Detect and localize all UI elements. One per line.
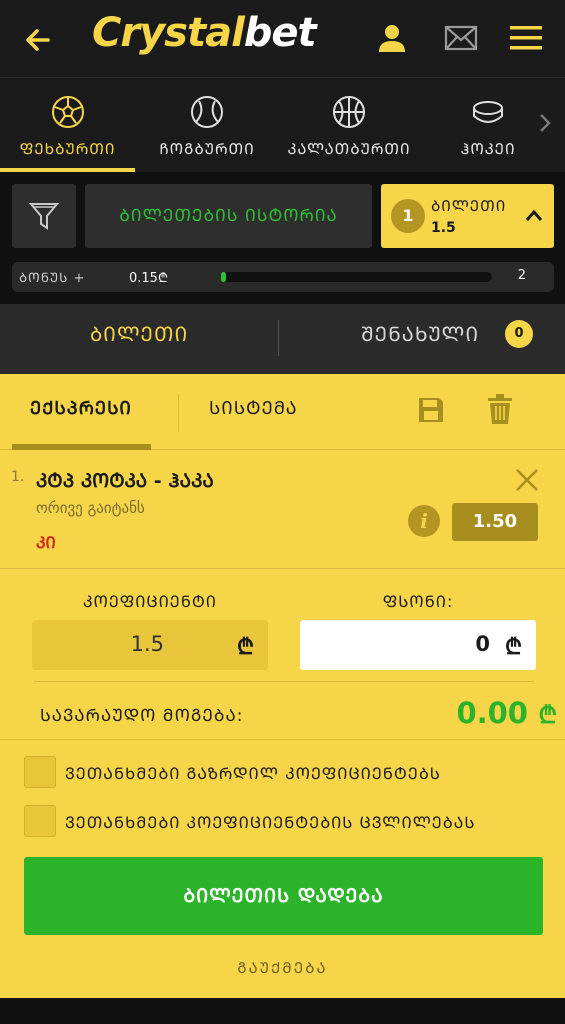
coef-label: ᲙᲝᲔᲤᲘᲪᲘᲔᲜᲢᲘ	[83, 592, 217, 611]
saved-count-badge: 0	[505, 320, 533, 348]
sport-tab-hockey[interactable]: ᲰᲝᲙᲔᲘ	[428, 79, 548, 172]
bonus-label: ᲑᲝᲜᲣᲡ +	[19, 271, 86, 286]
sport-tab-tennis[interactable]: ᲩᲝᲒᲑᲣᲠᲗᲘ	[135, 79, 279, 172]
mode-divider	[178, 394, 179, 432]
soccer-ball-icon	[51, 96, 84, 128]
mail-icon[interactable]	[443, 20, 479, 56]
user-icon[interactable]	[374, 20, 410, 56]
place-bet-button[interactable]: ᲑᲘᲚᲔᲗᲘᲡ ᲓᲐᲓᲔᲑᲐ	[24, 857, 543, 935]
coef-field: 1.5 ₾	[32, 620, 268, 670]
ticket-label: ᲑᲘᲚᲔᲗᲘ	[431, 197, 507, 215]
tab-divider	[278, 320, 279, 356]
sport-tab-basketball[interactable]: ᲙᲐᲚᲐᲗᲑᲣᲠᲗᲘ	[279, 79, 419, 172]
remove-event-icon[interactable]	[514, 467, 540, 493]
sport-label: ᲤᲔᲮᲑᲣᲠᲗᲘ	[19, 140, 116, 158]
bet-mode-tabs: ᲔᲥᲡᲞᲠᲔᲡᲘ ᲡᲘᲡᲢᲔᲛᲐ	[0, 374, 565, 450]
active-mode-underline	[12, 444, 151, 450]
bonus-value: 0.15₾	[129, 271, 168, 286]
lari-currency-icon: ₾	[237, 635, 254, 660]
betslip-controls: ᲑᲘᲚᲔᲗᲔᲑᲘᲡ ᲘᲡᲢᲝᲠᲘᲐ 1 ᲑᲘᲚᲔᲗᲘ 1.5 ᲑᲝᲜᲣᲡ + 0…	[0, 172, 565, 304]
chevron-right-icon[interactable]	[537, 111, 553, 135]
possible-win-value: 0.00	[456, 696, 528, 730]
stake-value: 0	[475, 632, 490, 656]
stake-fields: ᲙᲝᲔᲤᲘᲪᲘᲔᲜᲢᲘ ᲤᲡᲝᲜᲘ: 1.5 ₾ 0 ₾ ᲡᲐᲕᲐᲠᲐᲣᲓᲝ Მ…	[0, 570, 565, 740]
tab-ticket[interactable]: ᲑᲘᲚᲔᲗᲘ	[0, 304, 278, 374]
tennis-ball-icon	[191, 96, 223, 128]
event-market: ᲙᲘ	[36, 533, 56, 552]
back-arrow-icon[interactable]	[22, 24, 54, 56]
sport-label: ᲙᲐᲚᲐᲗᲑᲣᲠᲗᲘ	[287, 140, 411, 158]
bet-slip: ᲔᲥᲡᲞᲠᲔᲡᲘ ᲡᲘᲡᲢᲔᲛᲐ 1. ᲙᲢᲞ ᲙᲝᲢᲙᲐ - ᲰᲐᲙᲐ ორი…	[0, 374, 565, 998]
accept-increased-odds-label[interactable]: ᲕᲔᲗᲐᲜᲮᲛᲔᲑᲘ ᲒᲐᲖᲠᲓᲘᲚ ᲙᲝᲔᲤᲘᲪᲘᲔᲜᲢᲔᲑᲡ	[65, 762, 441, 784]
sport-tab-football[interactable]: ᲤᲔᲮᲑᲣᲠᲗᲘ	[0, 79, 135, 172]
logo-text-crystal: Crystal	[92, 10, 245, 56]
ticket-toggle-button[interactable]: 1 ᲑᲘᲚᲔᲗᲘ 1.5	[381, 184, 554, 248]
crystalbet-logo[interactable]: Crystalbet	[92, 10, 317, 56]
event-index: 1.	[11, 469, 25, 485]
bonus-progress-fill	[221, 272, 227, 282]
stake-input[interactable]: 0 ₾	[300, 620, 536, 670]
accept-odds-changes-checkbox[interactable]	[24, 805, 56, 837]
ticket-count-badge: 1	[391, 199, 425, 233]
lari-currency-icon: ₾	[505, 635, 522, 660]
hockey-puck-icon	[473, 101, 503, 123]
ticket-odd: 1.5	[431, 220, 456, 236]
logo-text-bet: bet	[243, 10, 317, 56]
divider	[34, 681, 534, 682]
tab-saved[interactable]: ᲨᲔᲜᲐᲮᲣᲚᲘ	[345, 304, 495, 374]
lari-currency-icon: ₾	[538, 701, 557, 729]
app-header: Crystalbet	[0, 0, 565, 78]
slip-tabs: ᲑᲘᲚᲔᲗᲘ ᲨᲔᲜᲐᲮᲣᲚᲘ 0	[0, 304, 565, 374]
info-icon[interactable]: i	[408, 505, 440, 537]
accept-odds-changes-label[interactable]: ᲕᲔᲗᲐᲜᲮᲛᲔᲑᲘ ᲙᲝᲔᲤᲘᲪᲘᲔᲜᲢᲔᲑᲘᲡ ᲪᲕᲚᲘᲚᲔᲑᲐᲡ	[65, 811, 476, 833]
chevron-up-icon	[525, 209, 543, 221]
sport-label: ᲩᲝᲒᲑᲣᲠᲗᲘ	[159, 140, 255, 158]
tab-system[interactable]: ᲡᲘᲡᲢᲔᲛᲐ	[209, 396, 298, 420]
event-selection: ორივე გაიტანს	[36, 499, 145, 517]
event-odd: 1.50	[452, 503, 538, 541]
ticket-history-button[interactable]: ᲑᲘᲚᲔᲗᲔᲑᲘᲡ ᲘᲡᲢᲝᲠᲘᲐ	[85, 184, 372, 248]
basketball-icon	[333, 96, 365, 128]
tab-express[interactable]: ᲔᲥᲡᲞᲠᲔᲡᲘ	[30, 396, 132, 420]
trash-icon[interactable]	[487, 394, 513, 424]
bet-event-row: 1. ᲙᲢᲞ ᲙᲝᲢᲙᲐ - ᲰᲐᲙᲐ ორივე გაიტანს ᲙᲘ i 1…	[0, 451, 565, 569]
sport-label: ᲰᲝᲙᲔᲘ	[460, 140, 516, 158]
filter-button[interactable]	[12, 184, 76, 248]
accept-increased-odds-checkbox[interactable]	[24, 756, 56, 788]
filter-funnel-icon	[28, 203, 60, 230]
possible-win-label: ᲡᲐᲕᲐᲠᲐᲣᲓᲝ ᲛᲝᲒᲔᲑᲐ:	[40, 706, 244, 726]
hamburger-menu-icon[interactable]	[508, 20, 544, 56]
bottom-bar	[0, 998, 565, 1024]
save-icon[interactable]	[417, 396, 445, 424]
cancel-button[interactable]: ᲒᲐᲣᲥᲛᲔᲑᲐ	[0, 958, 565, 978]
bonus-progress-track	[221, 272, 492, 282]
sports-nav: ᲤᲔᲮᲑᲣᲠᲗᲘ ᲩᲝᲒᲑᲣᲠᲗᲘ ᲙᲐᲚᲐᲗᲑᲣᲠᲗᲘ ᲰᲝᲙᲔᲘ	[0, 79, 565, 172]
event-name: ᲙᲢᲞ ᲙᲝᲢᲙᲐ - ᲰᲐᲙᲐ	[36, 470, 214, 492]
stake-label: ᲤᲡᲝᲜᲘ:	[382, 592, 454, 611]
coef-value: 1.5	[130, 632, 164, 656]
bonus-progress: ᲑᲝᲜᲣᲡ + 0.15₾ 2	[12, 262, 554, 292]
bonus-max: 2	[517, 268, 526, 283]
